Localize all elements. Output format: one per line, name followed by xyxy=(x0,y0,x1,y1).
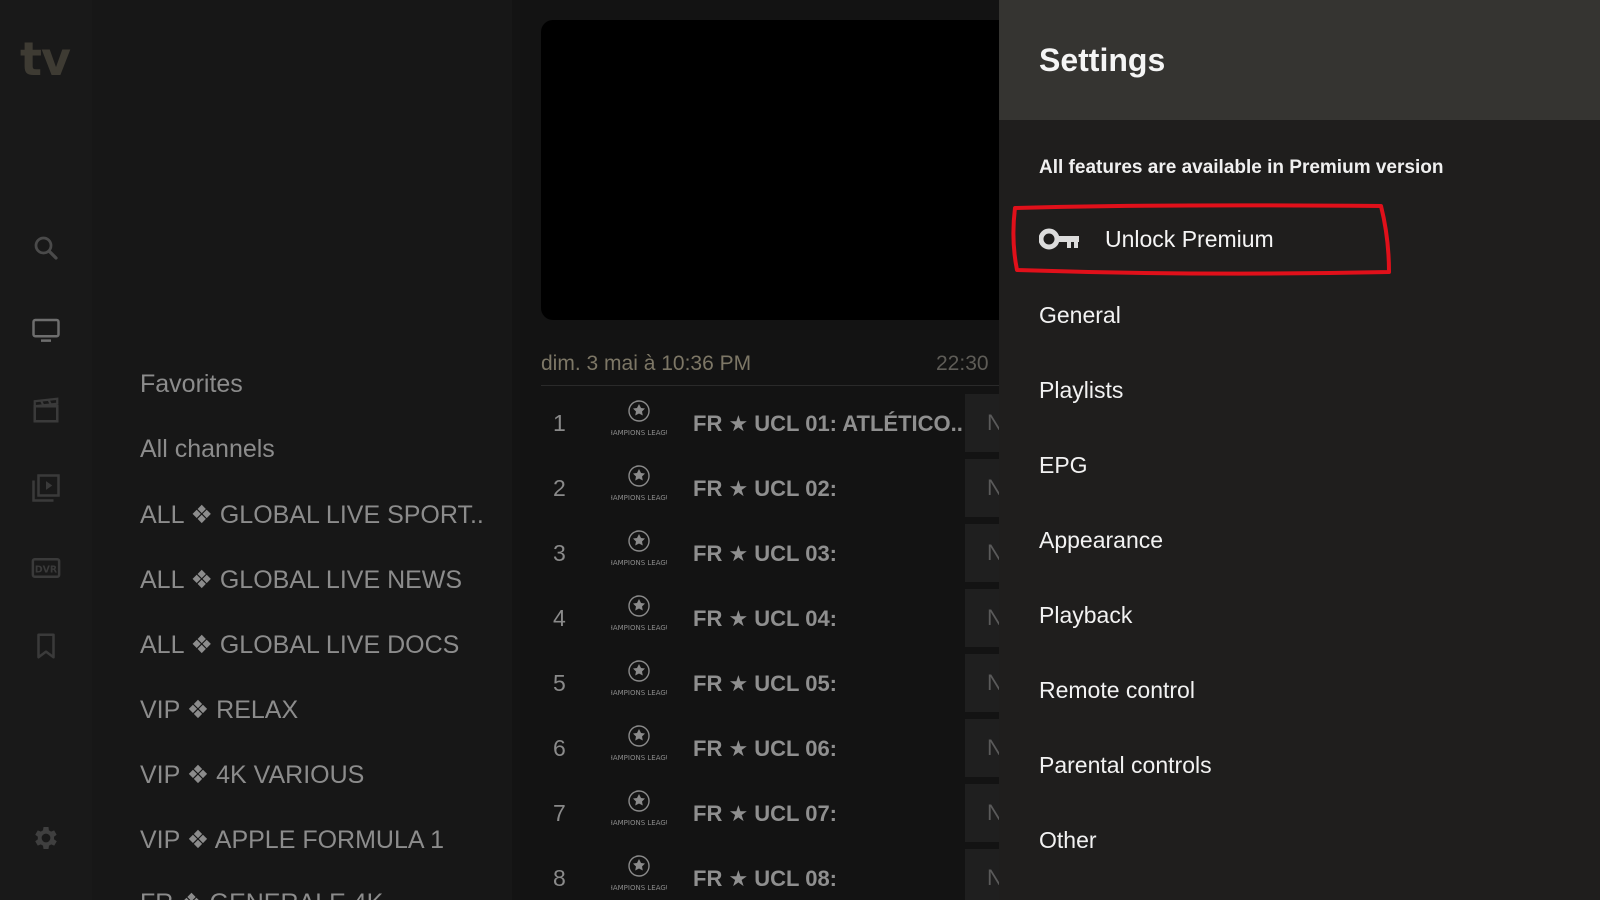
tv-icon[interactable] xyxy=(30,314,62,346)
epg-time: 22:30 xyxy=(936,352,989,375)
svg-text:CHAMPIONS LEAGUE: CHAMPIONS LEAGUE xyxy=(611,689,667,697)
channel-row[interactable]: 2CHAMPIONS LEAGUEFR ★ UCL 02:N xyxy=(541,457,1005,522)
channel-name: FR ★ UCL 08: xyxy=(693,866,837,891)
premium-note: All features are available in Premium ve… xyxy=(1039,157,1444,178)
channel-name: FR ★ UCL 03: xyxy=(693,541,837,566)
channel-name: FR ★ UCL 04: xyxy=(693,606,837,631)
channel-number: 8 xyxy=(553,865,566,891)
settings-panel: Settings All features are available in P… xyxy=(999,0,1600,900)
channel-row[interactable]: 6CHAMPIONS LEAGUEFR ★ UCL 06:N xyxy=(541,717,1005,782)
settings-item-epg[interactable]: EPG xyxy=(1039,452,1088,479)
channel-row[interactable]: 4CHAMPIONS LEAGUEFR ★ UCL 04:N xyxy=(541,587,1005,652)
champions-league-logo: CHAMPIONS LEAGUE xyxy=(603,593,675,645)
video-library-icon[interactable] xyxy=(30,472,62,504)
category-item[interactable]: VIP ❖ 4K VARIOUS xyxy=(140,760,364,790)
channel-name: FR ★ UCL 05: xyxy=(693,671,837,696)
channel-row[interactable]: 7CHAMPIONS LEAGUEFR ★ UCL 07:N xyxy=(541,782,1005,847)
channel-number: 6 xyxy=(553,735,566,761)
settings-item-parental-controls[interactable]: Parental controls xyxy=(1039,752,1212,779)
settings-item-appearance[interactable]: Appearance xyxy=(1039,527,1163,554)
channel-number: 7 xyxy=(553,800,566,826)
champions-league-logo: CHAMPIONS LEAGUE xyxy=(603,463,675,515)
channel-name: FR ★ UCL 02: xyxy=(693,476,837,501)
channel-name: FR ★ UCL 01: ATLÉTICO.. xyxy=(693,411,963,436)
settings-item-playlists[interactable]: Playlists xyxy=(1039,377,1123,404)
svg-text:CHAMPIONS LEAGUE: CHAMPIONS LEAGUE xyxy=(611,754,667,762)
category-item[interactable]: ALL ❖ GLOBAL LIVE SPORT.. xyxy=(140,500,484,530)
epg-date: dim. 3 mai à 10:36 PM xyxy=(541,352,752,375)
channel-row[interactable]: 1 CHAMPIONS LEAGUE FR ★ UCL 01: ATLÉTICO..… xyxy=(541,392,1005,457)
channel-row[interactable]: 5CHAMPIONS LEAGUEFR ★ UCL 05:N xyxy=(541,652,1005,717)
svg-text:DVR: DVR xyxy=(35,564,58,575)
settings-item-other[interactable]: Other xyxy=(1039,827,1097,854)
category-item[interactable]: ALL ❖ GLOBAL LIVE NEWS xyxy=(140,565,462,595)
channel-number: 2 xyxy=(553,475,566,501)
svg-text:CHAMPIONS LEAGUE: CHAMPIONS LEAGUE xyxy=(611,559,667,567)
champions-league-logo: CHAMPIONS LEAGUE xyxy=(603,398,675,450)
svg-text:CHAMPIONS LEAGUE: CHAMPIONS LEAGUE xyxy=(611,884,667,892)
champions-league-logo: CHAMPIONS LEAGUE xyxy=(603,723,675,775)
champions-league-logo: CHAMPIONS LEAGUE xyxy=(603,658,675,710)
category-item[interactable]: All channels xyxy=(140,435,275,464)
channel-name: FR ★ UCL 07: xyxy=(693,801,837,826)
video-preview[interactable] xyxy=(541,20,1011,320)
channel-list: 1 CHAMPIONS LEAGUE FR ★ UCL 01: ATLÉTICO..… xyxy=(541,392,1005,900)
key-icon xyxy=(1039,228,1079,250)
dvr-icon[interactable]: DVR xyxy=(30,552,62,584)
settings-item-playback[interactable]: Playback xyxy=(1039,602,1132,629)
channel-number: 1 xyxy=(553,410,566,436)
search-icon[interactable] xyxy=(30,232,62,264)
nav-rail: tv DVR xyxy=(0,0,92,900)
channel-number: 3 xyxy=(553,540,566,566)
category-item[interactable]: ALL ❖ GLOBAL LIVE DOCS xyxy=(140,630,459,660)
channel-row[interactable]: 3CHAMPIONS LEAGUEFR ★ UCL 03:N xyxy=(541,522,1005,587)
settings-item-general[interactable]: General xyxy=(1039,302,1121,329)
category-item[interactable]: VIP ❖ APPLE FORMULA 1 xyxy=(140,825,444,855)
svg-text:CHAMPIONS LEAGUE: CHAMPIONS LEAGUE xyxy=(611,494,667,502)
channel-row[interactable]: 8CHAMPIONS LEAGUEFR ★ UCL 08:N xyxy=(541,847,1005,900)
movie-clapper-icon[interactable] xyxy=(30,394,62,426)
channel-name: FR ★ UCL 06: xyxy=(693,736,837,761)
category-item[interactable]: Favorites xyxy=(140,370,243,399)
divider xyxy=(541,385,1001,386)
unlock-premium-button[interactable]: Unlock Premium xyxy=(1009,203,1395,276)
gear-icon[interactable] xyxy=(30,822,62,854)
category-item[interactable]: FR ❖ GENERALE 4K xyxy=(140,888,383,900)
champions-league-logo: CHAMPIONS LEAGUE xyxy=(603,528,675,580)
champions-league-logo: CHAMPIONS LEAGUE xyxy=(603,853,675,900)
category-list: Favorites All channels ALL ❖ GLOBAL LIVE… xyxy=(92,0,512,900)
category-item[interactable]: VIP ❖ RELAX xyxy=(140,695,298,725)
svg-text:CHAMPIONS LEAGUE: CHAMPIONS LEAGUE xyxy=(611,624,667,632)
app-logo: tv xyxy=(20,32,71,86)
settings-item-remote-control[interactable]: Remote control xyxy=(1039,677,1195,704)
settings-title: Settings xyxy=(1039,42,1166,78)
channel-number: 4 xyxy=(553,605,566,631)
unlock-premium-label: Unlock Premium xyxy=(1105,226,1274,252)
champions-league-logo: CHAMPIONS LEAGUE xyxy=(603,788,675,840)
bookmark-icon[interactable] xyxy=(30,630,62,662)
channel-number: 5 xyxy=(553,670,566,696)
svg-text:CHAMPIONS LEAGUE: CHAMPIONS LEAGUE xyxy=(611,819,667,827)
svg-text:CHAMPIONS LEAGUE: CHAMPIONS LEAGUE xyxy=(611,429,667,437)
settings-header: Settings xyxy=(999,0,1600,120)
